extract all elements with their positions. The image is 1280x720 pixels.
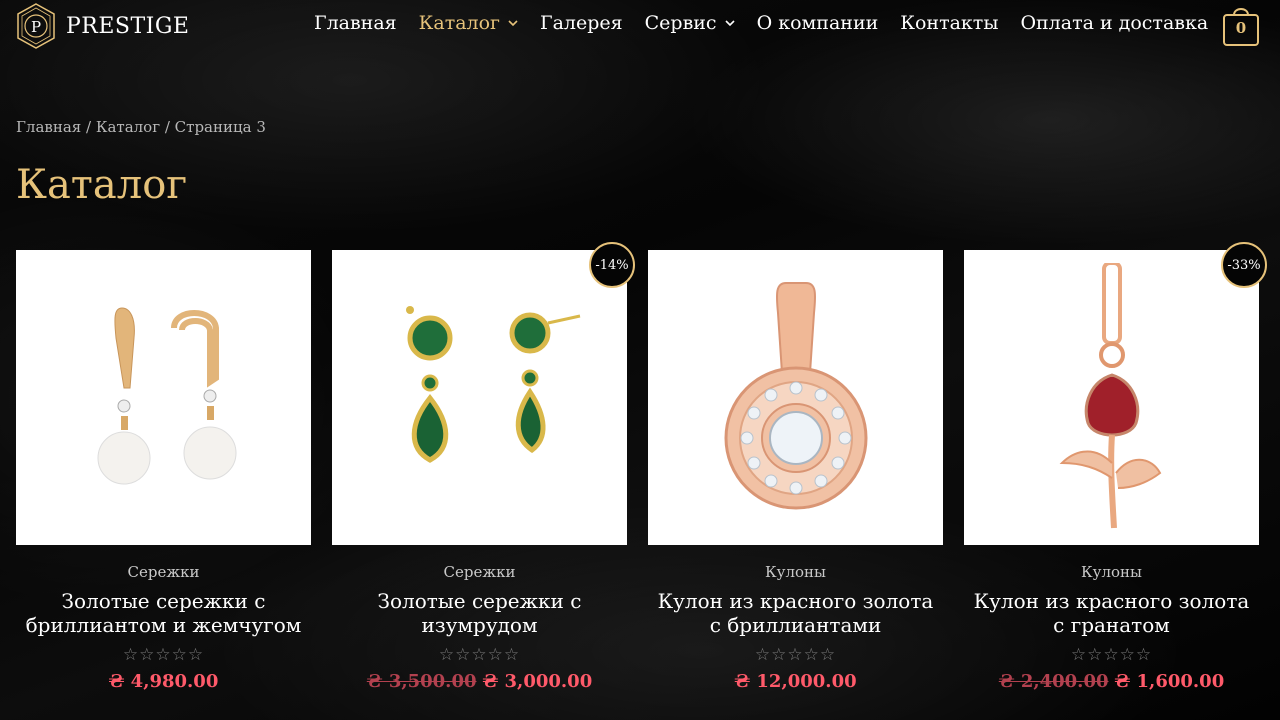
- rating-stars-icon: ☆☆☆☆☆: [1070, 645, 1153, 665]
- product-title[interactable]: Золотые сережки с бриллиантом и жемчугом: [16, 589, 311, 637]
- breadcrumb-catalog[interactable]: Каталог: [96, 118, 160, 136]
- current-price: ₴ 4,980.00: [108, 671, 219, 692]
- product-title[interactable]: Кулон из красного золота с гранатом: [964, 589, 1259, 637]
- rating-stars-icon: ☆☆☆☆☆: [122, 645, 205, 665]
- emerald-earrings-image: [405, 305, 580, 463]
- current-price: ₴ 3,000.00: [482, 671, 593, 692]
- diamond-pendant-image: [724, 281, 867, 509]
- breadcrumb-separator: /: [160, 118, 175, 136]
- nav-item-label: Каталог: [418, 12, 500, 34]
- nav-item-label: Контакты: [900, 12, 999, 34]
- old-price: ₴ 2,400.00: [998, 671, 1109, 692]
- product-category[interactable]: Сережки: [332, 563, 627, 581]
- nav-item-label: Сервис: [644, 12, 717, 34]
- brand-name: PRESTIGE: [66, 13, 190, 39]
- discount-badge: -33%: [1221, 242, 1267, 288]
- product-image[interactable]: -33%: [964, 242, 1267, 545]
- product-card: -14% Сережки Золотые сережки с изумрудом…: [332, 242, 635, 692]
- nav-item-contacts[interactable]: Контакты: [900, 12, 998, 34]
- nav-item-label: Оплата и доставка: [1020, 12, 1209, 34]
- cart-button[interactable]: 0: [1222, 3, 1260, 47]
- product-card: Сережки Золотые сережки с бриллиантом и …: [16, 250, 311, 692]
- product-image[interactable]: [648, 250, 943, 545]
- cart-count: 0: [1235, 19, 1247, 37]
- product-title[interactable]: Кулон из красного золота с бриллиантами: [648, 589, 943, 637]
- nav-item-label: О компании: [756, 12, 879, 34]
- current-price: ₴ 12,000.00: [734, 671, 857, 692]
- nav-item-about[interactable]: О компании: [757, 12, 879, 34]
- product-image[interactable]: -14%: [332, 242, 635, 545]
- chevron-down-icon: [725, 20, 735, 27]
- product-card: -33% Кулоны Кулон из красного золота с г…: [964, 242, 1267, 692]
- logo-emblem-icon: P: [17, 3, 55, 49]
- product-image[interactable]: [16, 250, 311, 545]
- chevron-down-icon: [508, 20, 518, 27]
- discount-badge: -14%: [589, 242, 635, 288]
- product-card: Кулоны Кулон из красного золота с брилли…: [648, 250, 943, 692]
- product-price: ₴ 4,980.00: [16, 671, 311, 692]
- nav-item-catalog[interactable]: Каталог: [419, 12, 518, 34]
- site-header: P PRESTIGE Главная Каталог Галерея Серви…: [0, 0, 1280, 54]
- nav-item-service[interactable]: Сервис: [645, 12, 735, 34]
- old-price: ₴ 3,500.00: [366, 671, 477, 692]
- nav-item-home[interactable]: Главная: [314, 12, 397, 34]
- logo[interactable]: P PRESTIGE: [14, 2, 190, 50]
- breadcrumb-current: Страница 3: [174, 118, 266, 136]
- product-category[interactable]: Сережки: [16, 563, 311, 581]
- product-price: ₴ 3,500.00 ₴ 3,000.00: [332, 671, 627, 692]
- garnet-pendant-image: [1059, 262, 1161, 528]
- nav-item-payment-delivery[interactable]: Оплата и доставка: [1020, 12, 1208, 34]
- product-price: ₴ 2,400.00 ₴ 1,600.00: [964, 671, 1259, 692]
- rating-stars-icon: ☆☆☆☆☆: [754, 645, 837, 665]
- svg-text:P: P: [31, 18, 41, 36]
- breadcrumb-home[interactable]: Главная: [16, 118, 81, 136]
- breadcrumb-separator: /: [81, 118, 96, 136]
- nav-item-gallery[interactable]: Галерея: [540, 12, 623, 34]
- product-title[interactable]: Золотые сережки с изумрудом: [332, 589, 627, 637]
- nav-item-label: Главная: [314, 12, 397, 34]
- nav-item-label: Галерея: [540, 12, 623, 34]
- product-price: ₴ 12,000.00: [648, 671, 943, 692]
- page-title: Каталог: [16, 162, 188, 208]
- product-category[interactable]: Кулоны: [964, 563, 1259, 581]
- product-category[interactable]: Кулоны: [648, 563, 943, 581]
- main-nav: Главная Каталог Галерея Сервис О компани…: [314, 12, 1230, 34]
- rating-stars-icon: ☆☆☆☆☆: [438, 645, 521, 665]
- product-grid: Сережки Золотые сережки с бриллиантом и …: [16, 242, 1267, 692]
- breadcrumb: Главная / Каталог / Страница 3: [16, 118, 266, 136]
- current-price: ₴ 1,600.00: [1114, 671, 1225, 692]
- pearl-earrings-image: [97, 306, 236, 484]
